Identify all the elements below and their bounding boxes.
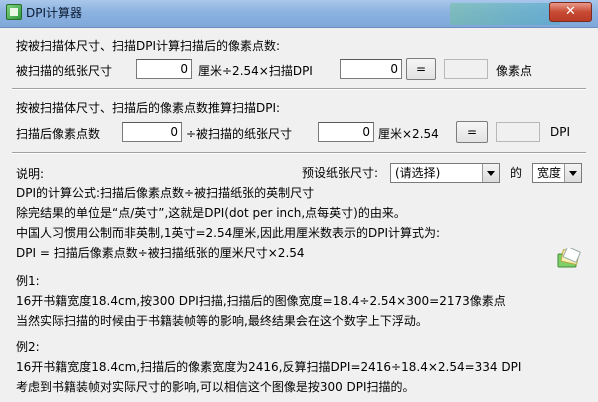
- folder-pages-icon: [557, 248, 581, 268]
- section2-paper-input[interactable]: [318, 122, 374, 142]
- section2-multiplier-label: 厘米×2.54: [378, 127, 439, 141]
- section1-result-field: [444, 59, 488, 79]
- notes-heading: 说明:: [16, 167, 45, 181]
- note-line: 16开书籍宽度18.4cm,扫描后的像素宽度为2416,反算扫描DPI=2416…: [16, 360, 522, 374]
- dimension-value: 宽度: [537, 166, 562, 180]
- section1-dpi-input[interactable]: [340, 59, 402, 79]
- section1-heading: 按被扫描体尺寸、扫描DPI计算扫描后的像素点数:: [16, 39, 281, 53]
- note-line: DPI的计算公式:扫描后像素点数÷被扫描纸张的英制尺寸: [16, 186, 315, 200]
- note-line: 考虑到书籍装帧对实际尺寸的影响,可以相信这个图像是按300 DPI扫描的。: [16, 380, 415, 394]
- dpi-calculator-window: DPI计算器 ✕ 按被扫描体尺寸、扫描DPI计算扫描后的像素点数: 被扫描的纸张…: [0, 0, 598, 402]
- note-line: 例1:: [16, 274, 40, 288]
- main-panel: 按被扫描体尺寸、扫描DPI计算扫描后的像素点数: 被扫描的纸张尺寸 厘米÷2.5…: [0, 28, 598, 402]
- note-line: 例2:: [16, 340, 40, 354]
- chevron-down-icon[interactable]: [482, 164, 499, 182]
- section2-pixels-input[interactable]: [122, 122, 182, 142]
- note-line: 中国人习惯用公制而非英制,1英寸=2.54厘米,因此用厘米数表示的DPI计算式为…: [16, 226, 441, 240]
- note-line: DPI = 扫描后像素点数÷被扫描纸张的厘米尺寸×2.54: [16, 246, 305, 260]
- section1-paper-label: 被扫描的纸张尺寸: [16, 64, 113, 78]
- close-button[interactable]: ✕: [549, 2, 592, 22]
- section2-pixels-label: 扫描后像素点数: [16, 127, 101, 141]
- section1-formula-label: 厘米÷2.54×扫描DPI: [198, 64, 313, 78]
- preset-size-value: (请选择): [395, 166, 441, 180]
- note-line: 当然实际扫描的时候由于书籍装帧等的影响,最终结果会在这个数字上下浮动。: [16, 314, 428, 328]
- section2-calculate-button[interactable]: =: [456, 121, 488, 143]
- of-label: 的: [510, 166, 523, 180]
- section2-result-field: [496, 122, 540, 142]
- dimension-select[interactable]: 宽度: [532, 163, 582, 183]
- window-title: DPI计算器: [26, 6, 83, 20]
- preset-size-label: 预设纸张尺寸:: [302, 166, 379, 180]
- note-line: 16开书籍宽度18.4cm,按300 DPI扫描,扫描后的图像宽度=18.4÷2…: [16, 294, 506, 308]
- note-line: 除完结果的单位是“点/英寸”,这就是DPI(dot per inch,点每英寸)…: [16, 206, 406, 220]
- app-icon: [6, 4, 22, 20]
- section2-unit-label: DPI: [550, 125, 571, 139]
- preset-size-select[interactable]: (请选择): [390, 163, 500, 183]
- separator-2: [12, 152, 586, 154]
- background-thumbnail: [450, 3, 560, 25]
- section1-paper-input[interactable]: [136, 59, 192, 79]
- section1-calculate-button[interactable]: =: [406, 58, 436, 80]
- section2-heading: 按被扫描体尺寸、扫描后的像素点数推算扫描DPI:: [16, 101, 281, 115]
- section1-unit-label: 像素点: [496, 64, 533, 78]
- section2-paper-label: ÷被扫描的纸张尺寸: [186, 127, 293, 141]
- title-bar[interactable]: DPI计算器 ✕: [0, 0, 598, 28]
- separator-1: [12, 88, 586, 90]
- chevron-down-icon[interactable]: [564, 164, 581, 182]
